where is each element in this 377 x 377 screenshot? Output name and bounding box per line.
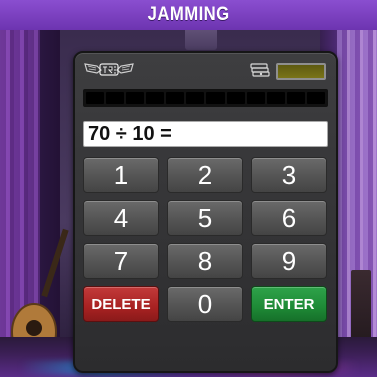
calculator-device: 70 ÷ 10 = 1 2 3 4 5 6 7 8 9 DELETE 0 ENT… bbox=[73, 51, 338, 373]
title-bar: JAMMING bbox=[0, 0, 377, 30]
progress-segment bbox=[266, 92, 285, 104]
page-title: JAMMING bbox=[147, 4, 230, 25]
progress-segment bbox=[286, 92, 305, 104]
cash-display bbox=[276, 63, 326, 80]
progress-segment bbox=[186, 92, 205, 104]
progress-segment bbox=[106, 92, 125, 104]
key-0[interactable]: 0 bbox=[167, 286, 243, 322]
keypad: 1 2 3 4 5 6 7 8 9 DELETE 0 ENTER bbox=[83, 157, 328, 322]
progress-segment bbox=[146, 92, 165, 104]
delete-button[interactable]: DELETE bbox=[83, 286, 159, 322]
progress-segment bbox=[226, 92, 245, 104]
progress-segment bbox=[86, 92, 105, 104]
key-2[interactable]: 2 bbox=[167, 157, 243, 193]
winged-shield-logo-icon bbox=[84, 63, 134, 76]
progress-segment bbox=[126, 92, 145, 104]
progress-segment bbox=[206, 92, 225, 104]
enter-button[interactable]: ENTER bbox=[251, 286, 327, 322]
key-7[interactable]: 7 bbox=[83, 243, 159, 279]
key-1[interactable]: 1 bbox=[83, 157, 159, 193]
progress-segment bbox=[306, 92, 325, 104]
progress-segment bbox=[166, 92, 185, 104]
key-6[interactable]: 6 bbox=[251, 200, 327, 236]
expression-display: 70 ÷ 10 = bbox=[83, 121, 328, 147]
expression-text: 70 ÷ 10 = bbox=[88, 122, 172, 145]
key-4[interactable]: 4 bbox=[83, 200, 159, 236]
progress-bar bbox=[83, 89, 328, 107]
key-8[interactable]: 8 bbox=[167, 243, 243, 279]
key-9[interactable]: 9 bbox=[251, 243, 327, 279]
progress-segment bbox=[246, 92, 265, 104]
key-3[interactable]: 3 bbox=[251, 157, 327, 193]
key-5[interactable]: 5 bbox=[167, 200, 243, 236]
cash-stack-icon bbox=[250, 63, 270, 77]
